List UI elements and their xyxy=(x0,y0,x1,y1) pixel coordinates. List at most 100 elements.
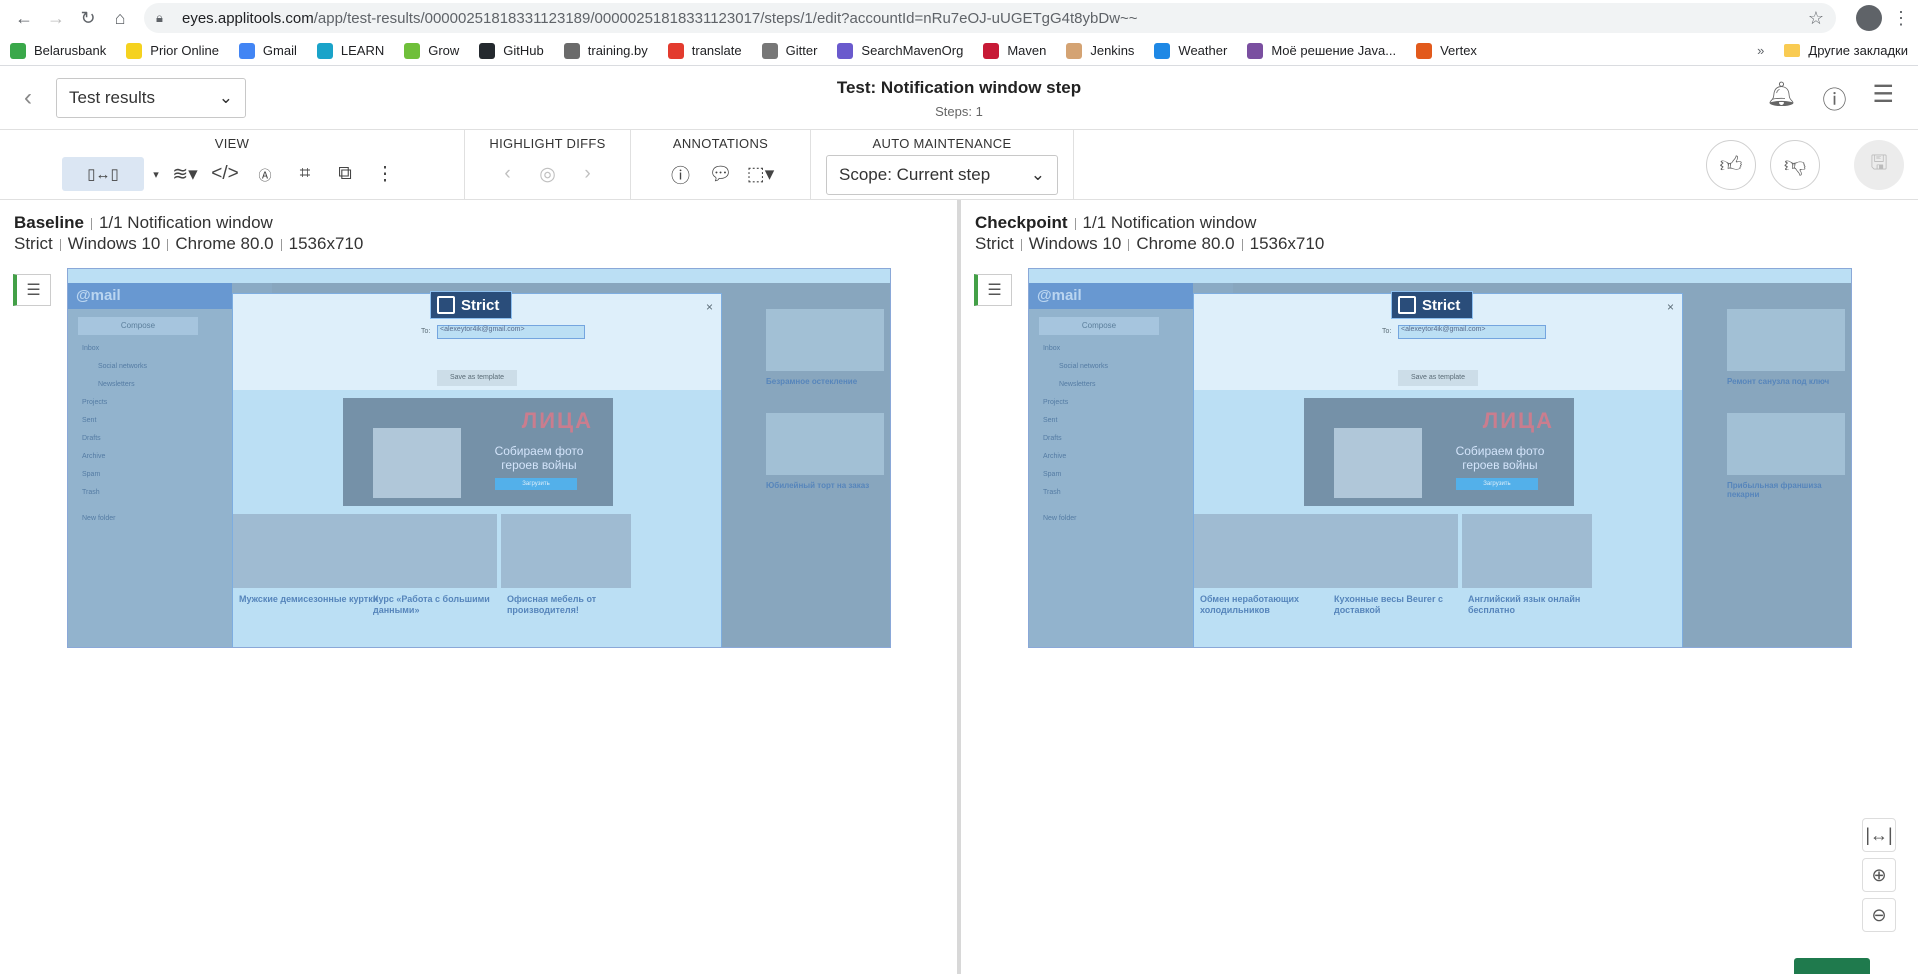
bookmark-item[interactable]: SearchMavenOrg xyxy=(837,42,963,59)
scope-dropdown[interactable]: Scope: Current step ⌄ xyxy=(826,155,1058,195)
bookmark-label: Gmail xyxy=(262,43,297,58)
bookmark-item[interactable]: Jenkins xyxy=(1066,42,1135,59)
save-button[interactable]: 🖫 xyxy=(1854,139,1904,190)
browser-menu-icon[interactable]: ⋮ xyxy=(1892,8,1910,29)
favicon-icon xyxy=(1247,42,1264,59)
other-bookmarks-folder[interactable]: Другие закладки xyxy=(1784,43,1908,58)
url-path: /app/test-results/00000251818331123189/0… xyxy=(313,9,1138,27)
baseline-screenshot[interactable]: @mail Compose Inbox Social networks News… xyxy=(67,268,891,648)
bookmark-item[interactable]: Prior Online xyxy=(126,42,219,59)
region-icon xyxy=(1397,296,1416,314)
forward-arrow-icon[interactable]: → xyxy=(40,2,72,34)
help-icon[interactable]: ⓘ xyxy=(1822,80,1846,115)
comment-icon[interactable]: 💬︎ xyxy=(704,157,738,191)
baseline-match-region-label[interactable]: Strict xyxy=(430,291,512,319)
bookmark-label: Grow xyxy=(428,43,460,58)
layers-icon[interactable]: ≋▾ xyxy=(168,157,202,191)
back-arrow-icon[interactable]: ← xyxy=(8,2,40,34)
bookmarks-more-button[interactable]: » xyxy=(1757,43,1764,58)
chevron-down-icon: ⌄ xyxy=(1030,165,1045,184)
baseline-pane: Baseline 1/1 Notification window Strict Wi… xyxy=(0,200,957,974)
region-overlay xyxy=(1028,269,1851,647)
lock-icon: 🔒︎ xyxy=(156,10,163,25)
region-overlay xyxy=(68,269,890,647)
bookmark-label: Gitter xyxy=(785,43,818,58)
baseline-info: Baseline 1/1 Notification window Strict Wi… xyxy=(14,212,363,254)
bookmark-item[interactable]: LEARN xyxy=(316,42,385,59)
baseline-step: 1/1 Notification window xyxy=(98,213,273,232)
zoom-out-icon[interactable]: ⊖ xyxy=(1862,898,1896,932)
reload-icon[interactable]: ↻ xyxy=(72,2,104,34)
steps-count: Steps: 1 xyxy=(935,104,983,119)
back-chevron-icon[interactable]: ‹ xyxy=(0,84,56,112)
highlight-toggle-icon[interactable]: ◎ xyxy=(531,157,565,191)
home-icon[interactable]: ⌂ xyxy=(104,2,136,34)
bookmark-label: training.by xyxy=(587,43,648,58)
zoom-in-icon[interactable]: ⊕ xyxy=(1862,858,1896,892)
favicon-icon xyxy=(563,42,580,59)
thumbs-up-button[interactable]: 👍︎ xyxy=(1706,139,1756,190)
bookmark-item[interactable]: training.by xyxy=(563,42,648,59)
url-bar[interactable]: 🔒︎ eyes.applitools.com/app/test-results/… xyxy=(144,3,1836,33)
more-options-icon[interactable]: ⋮ xyxy=(368,157,402,191)
url-host: eyes.applitools.com xyxy=(182,9,314,27)
user-menu-icon[interactable]: ☰ xyxy=(1872,80,1894,115)
chat-widget-button[interactable] xyxy=(1794,958,1870,974)
checkpoint-browser: Chrome 80.0 xyxy=(1136,234,1235,253)
checkpoint-match-region-label[interactable]: Strict xyxy=(1390,291,1473,319)
bell-icon[interactable]: 🔔︎ xyxy=(1766,80,1796,115)
next-diff-icon[interactable]: › xyxy=(571,157,605,191)
highlight-diffs-group: HIGHLIGHT DIFFS ‹ ◎ › xyxy=(465,130,631,199)
checkpoint-step: 1/1 Notification window xyxy=(1082,213,1257,232)
favicon-icon xyxy=(983,42,1000,59)
profile-avatar[interactable] xyxy=(1856,5,1882,31)
bookmark-label: Vertex xyxy=(1440,43,1477,58)
bookmark-item[interactable]: Gmail xyxy=(238,42,297,59)
bookmark-item[interactable]: Gitter xyxy=(761,42,818,59)
bookmark-label: Jenkins xyxy=(1090,43,1135,58)
bookmark-label: Prior Online xyxy=(150,43,219,58)
ab-compare-icon[interactable]: Ⓐ xyxy=(248,157,282,191)
auto-maintenance-label: AUTO MAINTENANCE xyxy=(872,136,1012,151)
favicon-icon xyxy=(238,42,255,59)
favicon-icon xyxy=(126,42,143,59)
chevron-down-icon: ⌄ xyxy=(218,87,233,107)
view-mode-dropdown-icon[interactable]: ▾ xyxy=(150,157,162,191)
region-icon[interactable]: ⧉ xyxy=(328,157,362,191)
bookmark-item[interactable]: Моё решение Java... xyxy=(1247,42,1396,59)
side-by-side-view-icon[interactable]: ▯↔▯ xyxy=(62,157,144,191)
bookmark-star-icon[interactable]: ☆ xyxy=(1808,8,1824,29)
bookmark-item[interactable]: GitHub xyxy=(479,42,544,59)
thumbs-down-button[interactable]: 👎︎ xyxy=(1770,139,1820,190)
app-header: ‹ Test results ⌄ Test: Notification wind… xyxy=(0,66,1918,130)
test-results-label: Test results xyxy=(69,87,155,107)
checkpoint-screenshot[interactable]: @mail Compose Inbox Social networks News… xyxy=(1027,268,1852,648)
code-icon[interactable]: </> xyxy=(208,157,242,191)
test-results-dropdown[interactable]: Test results ⌄ xyxy=(56,77,246,118)
bookmark-item[interactable]: Belarusbank xyxy=(10,42,107,59)
region-label-text: Strict xyxy=(1421,296,1461,314)
fit-width-icon[interactable]: |↔| xyxy=(1862,818,1896,852)
bookmark-label: Belarusbank xyxy=(34,43,107,58)
bookmark-label: GitHub xyxy=(503,43,544,58)
bookmark-label: translate xyxy=(691,43,742,58)
highlight-diffs-label: HIGHLIGHT DIFFS xyxy=(489,136,606,151)
favicon-icon xyxy=(10,42,26,59)
bookmark-item[interactable]: Weather xyxy=(1154,42,1227,59)
bookmark-item[interactable]: Maven xyxy=(983,42,1046,59)
bookmark-item[interactable]: translate xyxy=(667,42,742,59)
bookmark-item[interactable]: Grow xyxy=(404,42,460,59)
step-toolbar: VIEW ▯↔▯ ▾ ≋▾ </> Ⓐ ⌗ ⧉ ⋮ HIGHLIGHT DIFF… xyxy=(0,130,1918,200)
baseline-drag-handle[interactable]: ☰ xyxy=(13,274,51,306)
baseline-title: Baseline xyxy=(14,213,84,232)
view-group: VIEW ▯↔▯ ▾ ≋▾ </> Ⓐ ⌗ ⧉ ⋮ xyxy=(0,130,465,199)
region-select-icon[interactable]: ⬚▾ xyxy=(744,157,778,191)
crop-icon[interactable]: ⌗ xyxy=(288,157,322,191)
issue-icon[interactable]: ⓘ xyxy=(664,157,698,191)
prev-diff-icon[interactable]: ‹ xyxy=(491,157,525,191)
bookmark-item[interactable]: Vertex xyxy=(1416,42,1477,59)
favicon-icon xyxy=(1416,42,1433,59)
checkpoint-drag-handle[interactable]: ☰ xyxy=(973,274,1012,306)
bookmark-label: LEARN xyxy=(340,43,385,58)
baseline-os: Windows 10 xyxy=(67,234,161,253)
